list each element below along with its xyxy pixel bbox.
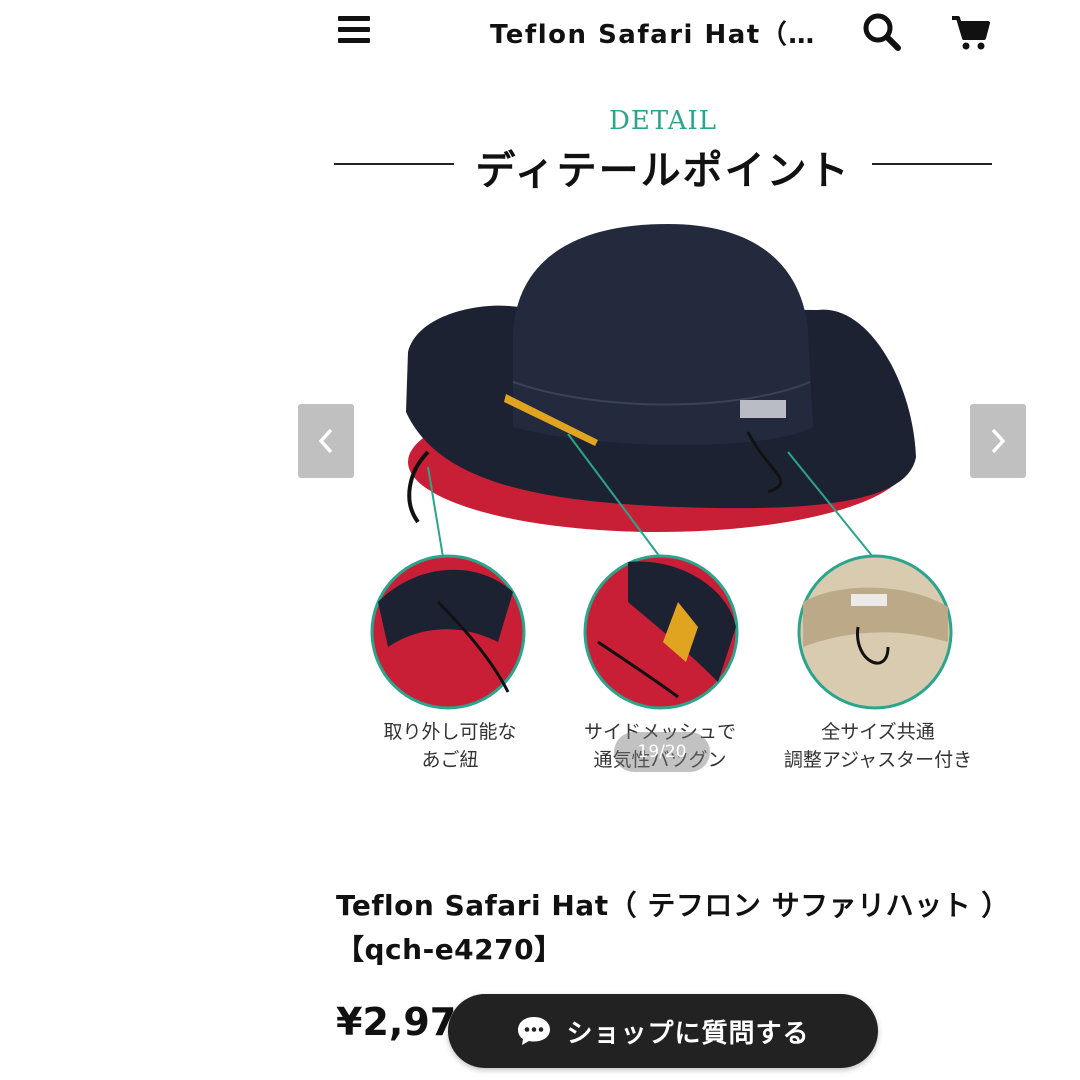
callout-line: 全サイズ共通	[821, 721, 935, 743]
top-header: Teflon Safari Hat（テ…	[0, 0, 1080, 70]
detail-heading: DETAIL	[608, 106, 718, 136]
callout-chin-strap: 取り外し可能な あご紐	[350, 718, 550, 774]
hamburger-menu-icon-bar	[338, 38, 370, 43]
product-code: 【qch-e4270】	[336, 933, 563, 966]
ask-shop-button[interactable]: ショップに質問する	[448, 994, 878, 1068]
menu-button[interactable]	[334, 12, 374, 52]
chevron-left-icon	[318, 428, 333, 454]
detail-title: ディテールポイント	[475, 148, 851, 194]
carousel-next-button[interactable]	[970, 404, 1026, 478]
detail-title-row: ディテールポイント	[334, 138, 992, 194]
product-image-carousel[interactable]: DETAIL ディテールポイント 取り外し可能な あご紐 サイドメッシュで 通気…	[298, 82, 1028, 802]
divider	[872, 163, 992, 165]
product-page: Teflon Safari Hat（テ… DETAIL ディテールポイント 取り…	[0, 0, 1080, 1080]
ask-shop-label: ショップに質問する	[566, 1018, 810, 1049]
carousel-prev-button[interactable]	[298, 404, 354, 478]
callout-line: 調整アジャスター付き	[783, 749, 973, 771]
product-price: ¥2,97	[336, 1000, 457, 1044]
header-title: Teflon Safari Hat（テ…	[490, 20, 840, 50]
product-title-line: Teflon Safari Hat（ テフロン サファリハット ）	[336, 889, 1010, 922]
cart-button[interactable]	[948, 10, 992, 54]
cart-icon	[952, 16, 990, 50]
callout-adjuster: 全サイズ共通 調整アジャスター付き	[778, 718, 978, 774]
search-button[interactable]	[860, 10, 904, 54]
product-title: Teflon Safari Hat（ テフロン サファリハット ） 【qch-e…	[336, 884, 1016, 972]
chat-bubble-icon	[518, 1017, 551, 1045]
search-icon	[863, 13, 901, 51]
chevron-right-icon	[991, 428, 1006, 454]
hamburger-menu-icon	[338, 16, 370, 21]
callout-line: 取り外し可能な	[383, 721, 517, 743]
callout-line: あご紐	[421, 749, 479, 771]
slide-counter: 19/20	[614, 732, 710, 772]
hamburger-menu-icon-bar	[338, 27, 370, 32]
